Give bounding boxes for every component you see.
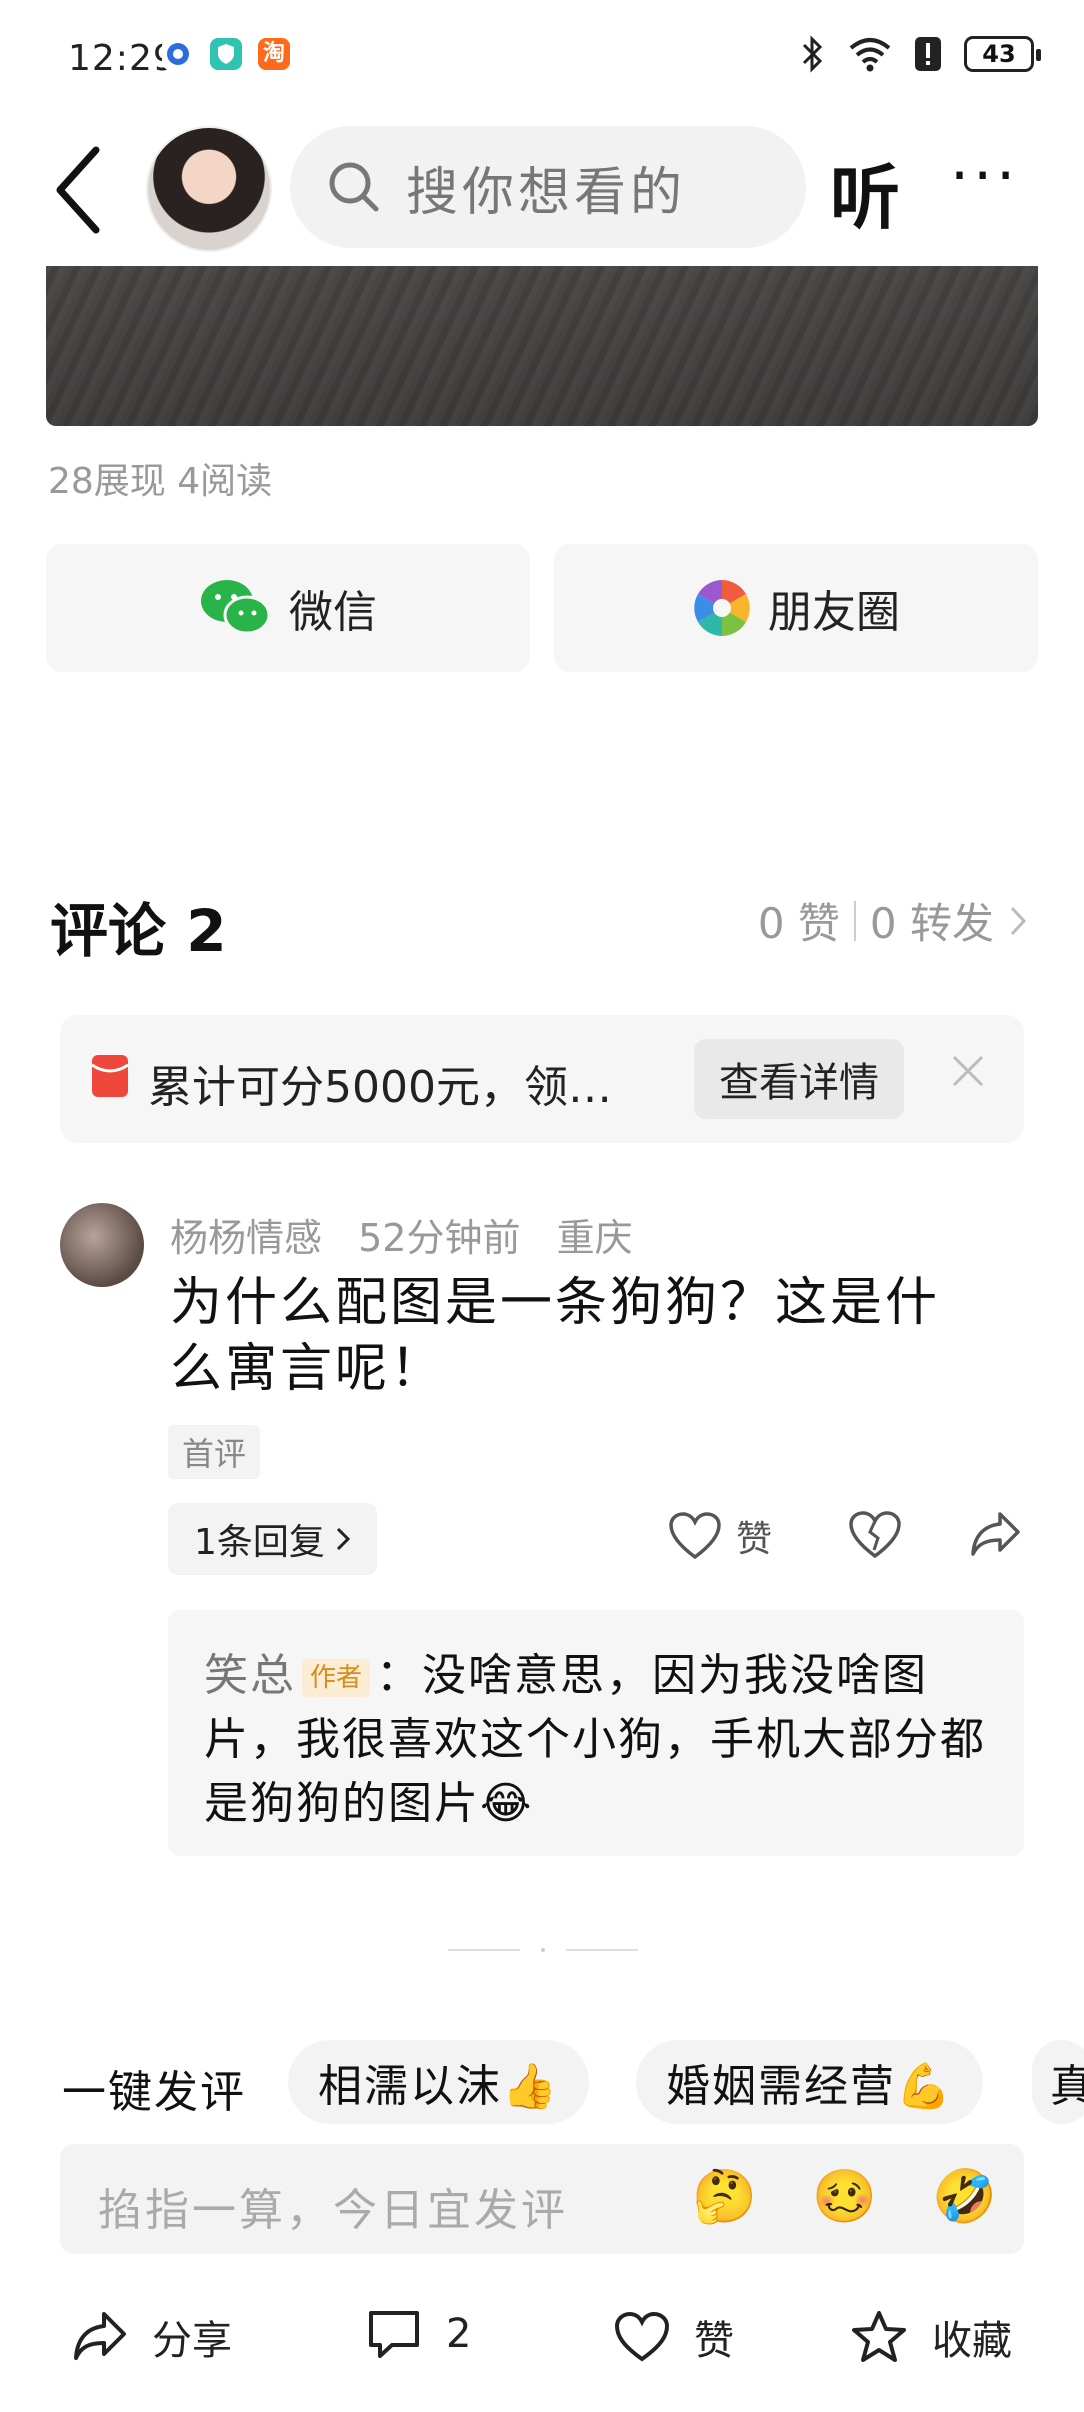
- promo-text: 累计可分5000元，领…: [148, 1062, 612, 1113]
- share-moments-label: 朋友圈: [768, 587, 900, 638]
- taobao-label: 淘: [262, 41, 285, 66]
- comment-share-button[interactable]: [970, 1510, 1022, 1560]
- heart-icon: [614, 2311, 670, 2362]
- alert-icon: [915, 37, 941, 71]
- moments-icon: [694, 580, 750, 636]
- first-comment-badge: 首评: [168, 1425, 261, 1479]
- share-wechat-label: 微信: [289, 587, 377, 638]
- commenter-avatar[interactable]: [60, 1203, 144, 1287]
- comments-title: 评论 2: [50, 897, 227, 965]
- replies-button[interactable]: 1条回复: [168, 1503, 377, 1575]
- commenter-name[interactable]: 杨杨情感: [170, 1216, 322, 1260]
- chevron-right-icon: [336, 1527, 351, 1551]
- comment-input[interactable]: 掐指一算，今日宜发评 🤔 🥴 🤣: [60, 2144, 1024, 2254]
- chevron-left-icon: [56, 146, 100, 234]
- search-icon: [329, 162, 379, 212]
- article-stats: 28展现 4阅读: [48, 461, 273, 502]
- divider: [853, 900, 856, 941]
- wifi-icon: [849, 38, 891, 72]
- close-icon[interactable]: [950, 1041, 986, 1113]
- shield-icon: [210, 38, 242, 70]
- quick-chip[interactable]: 相濡以沫👍: [288, 2040, 589, 2124]
- wechat-icon: [201, 580, 271, 635]
- emoji-dizzy-button[interactable]: 🥴: [812, 2166, 877, 2227]
- share-label: 分享: [152, 2318, 232, 2364]
- heart-icon: [669, 1512, 721, 1560]
- share-arrow-icon: [74, 2312, 126, 2360]
- share-wechat-button[interactable]: 微信: [46, 544, 530, 672]
- comment-bubble-icon: [369, 2311, 419, 2358]
- quick-chip[interactable]: 婚姻需经营💪: [636, 2040, 983, 2124]
- comment-like-button[interactable]: 赞: [668, 1510, 772, 1562]
- likes-count[interactable]: 0 赞: [758, 890, 840, 951]
- bottom-action-bar: 分享 2 赞 收藏: [0, 2298, 1084, 2388]
- author-avatar[interactable]: [146, 126, 272, 252]
- loading-divider: [448, 1948, 638, 1952]
- emoji-think-button[interactable]: 🤔: [692, 2166, 757, 2227]
- view-details-button[interactable]: 查看详情: [694, 1039, 904, 1119]
- quick-chip[interactable]: 真: [1032, 2040, 1084, 2124]
- comment-dislike-button[interactable]: [848, 1510, 902, 1560]
- status-time: 12:29: [68, 38, 177, 79]
- bluetooth-icon: [802, 35, 823, 73]
- taobao-icon: 淘: [258, 38, 290, 70]
- search-placeholder: 搜你想看的: [406, 162, 687, 223]
- search-bar[interactable]: 搜你想看的: [290, 126, 806, 248]
- comment-meta: 杨杨情感 52分钟前 重庆: [170, 1207, 633, 1262]
- like-button[interactable]: 赞: [614, 2308, 734, 2366]
- comment-time: 52分钟前: [358, 1216, 521, 1260]
- star-icon: [852, 2311, 906, 2362]
- reply-preview[interactable]: 笑总 作者 ：没啥意思，因为我没啥图片，我很喜欢这个小狗，手机大部分都是狗狗的图片😂: [168, 1610, 1024, 1856]
- promo-banner: 累计可分5000元，领… 查看详情: [60, 1015, 1024, 1143]
- comments-count: 2: [446, 2311, 472, 2357]
- author-tag: 作者: [302, 1659, 371, 1697]
- battery-indicator: 43: [964, 36, 1041, 72]
- favorite-label: 收藏: [932, 2318, 1012, 2364]
- reply-author-name[interactable]: 笑总: [204, 1650, 296, 1701]
- comments-button[interactable]: 2: [366, 2308, 471, 2360]
- listen-button[interactable]: 听: [830, 142, 900, 243]
- quick-comment-label: 一键发评: [62, 2067, 246, 2118]
- chevron-right-icon: [1010, 906, 1027, 935]
- emoji-laugh-button[interactable]: 🤣: [932, 2166, 997, 2227]
- comment-location: 重庆: [556, 1216, 633, 1260]
- status-icons: 43: [800, 34, 1041, 74]
- comments-meta: 0 赞 0 转发: [758, 890, 1028, 951]
- comment-like-label: 赞: [736, 1519, 773, 1560]
- share-moments-button[interactable]: 朋友圈: [554, 544, 1038, 672]
- broken-heart-icon: [849, 1511, 901, 1559]
- like-label: 赞: [694, 2318, 734, 2364]
- more-button[interactable]: ···: [950, 146, 1019, 206]
- circle-dot-icon: [162, 38, 194, 70]
- red-envelope-icon: [91, 1055, 129, 1097]
- comment-input-placeholder: 掐指一算，今日宜发评: [98, 2185, 568, 2236]
- back-button[interactable]: [50, 140, 110, 240]
- forwards-count[interactable]: 0 转发: [870, 890, 994, 951]
- favorite-button[interactable]: 收藏: [850, 2308, 1012, 2366]
- article-image[interactable]: [46, 266, 1038, 426]
- share-button[interactable]: 分享: [72, 2308, 232, 2366]
- comment-text[interactable]: 为什么配图是一条狗狗？这是什么寓言呢！: [170, 1270, 990, 1402]
- reply-count: 1条回复: [194, 1522, 325, 1563]
- share-arrow-icon: [971, 1512, 1020, 1556]
